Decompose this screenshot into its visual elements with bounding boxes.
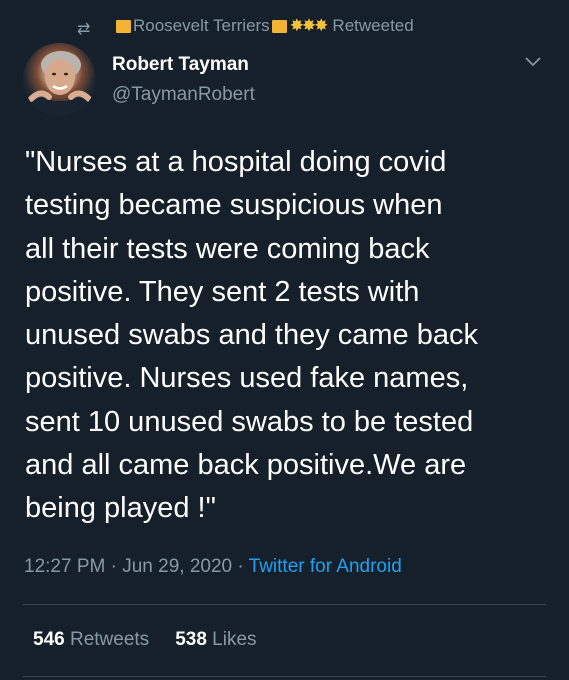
chevron-down-icon[interactable]	[523, 54, 543, 68]
retweeter-name[interactable]: Roosevelt Terriers	[133, 16, 270, 36]
retweeted-label: Retweeted	[332, 16, 414, 35]
retweets-stat[interactable]: 546 Retweets	[33, 629, 149, 650]
retweets-count: 546	[33, 629, 65, 650]
likes-label: Likes	[212, 629, 257, 650]
retweets-label: Retweets	[69, 629, 150, 650]
likes-stat[interactable]: 538 Likes	[175, 629, 256, 650]
author-display-name[interactable]: Robert Tayman	[112, 54, 249, 76]
meta-separator: ·	[110, 556, 117, 577]
likes-count: 538	[175, 629, 207, 650]
tweet-source-link[interactable]: Twitter for Android	[249, 556, 402, 577]
tweet-text: "Nurses at a hospital doing covid testin…	[25, 146, 478, 525]
divider	[23, 676, 546, 677]
author-handle[interactable]: @TaymanRobert	[112, 84, 255, 106]
retweet-context-content[interactable]: Roosevelt Terriers ✸✸✸ Retweeted	[116, 16, 414, 36]
tweet-metadata: 12:27 PM · Jun 29, 2020 · Twitter for An…	[24, 556, 402, 578]
retweet-icon: ⇄	[77, 21, 91, 38]
tweet-time[interactable]: 12:27 PM	[24, 556, 105, 577]
folder-emoji-icon	[271, 19, 287, 33]
avatar-portrait	[23, 51, 96, 116]
folder-emoji-icon	[116, 19, 131, 33]
divider	[23, 604, 546, 605]
avatar[interactable]	[23, 43, 96, 116]
tweet-date[interactable]: Jun 29, 2020	[122, 556, 232, 577]
meta-separator: ·	[237, 556, 244, 577]
tweet-stats: 546 Retweets 538 Likes	[33, 629, 257, 651]
sun-emoji-icon: ✸✸✸	[289, 16, 329, 35]
